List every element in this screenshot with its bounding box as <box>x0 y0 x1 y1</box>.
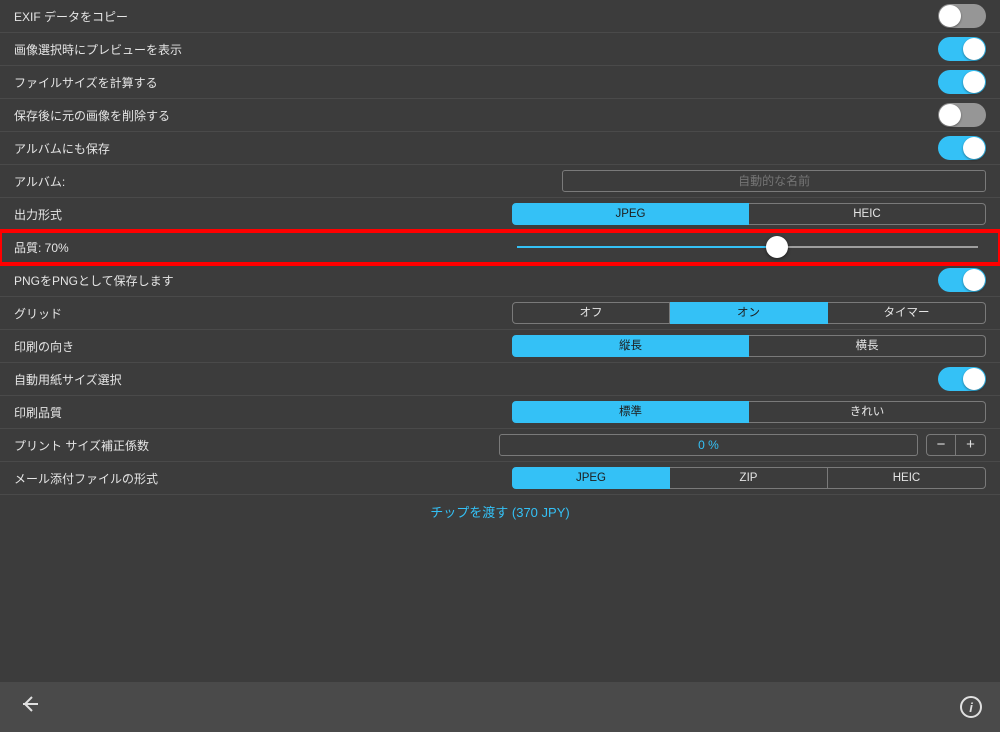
label-print-quality: 印刷品質 <box>14 404 62 421</box>
row-output-format: 出力形式 JPEG HEIC <box>0 198 1000 231</box>
value-print-size-corr: 0 % <box>499 434 918 456</box>
toggle-calc-filesize[interactable] <box>938 70 986 94</box>
info-button[interactable]: i <box>960 696 982 718</box>
toggle-delete-original[interactable] <box>938 103 986 127</box>
slider-thumb-icon[interactable] <box>766 236 788 258</box>
seg-grid-timer[interactable]: タイマー <box>828 302 986 324</box>
label-copy-exif: EXIF データをコピー <box>14 8 128 25</box>
row-calc-filesize: ファイルサイズを計算する <box>0 66 1000 99</box>
row-album-name: アルバム: <box>0 165 1000 198</box>
back-button[interactable] <box>18 692 42 722</box>
seg-orient-horizontal[interactable]: 横長 <box>749 335 986 357</box>
seg-format-jpeg[interactable]: JPEG <box>512 203 749 225</box>
empty-space <box>0 528 1000 688</box>
row-print-size-correction: プリント サイズ補正係数 0 % − + <box>0 429 1000 462</box>
row-preview-on-select: 画像選択時にプレビューを表示 <box>0 33 1000 66</box>
label-save-to-album: アルバムにも保存 <box>14 140 110 157</box>
toggle-auto-paper[interactable] <box>938 367 986 391</box>
seg-mail-jpeg[interactable]: JPEG <box>512 467 670 489</box>
label-grid: グリッド <box>14 305 62 322</box>
label-preview: 画像選択時にプレビューを表示 <box>14 41 182 58</box>
label-orientation: 印刷の向き <box>14 338 74 355</box>
input-album-name[interactable] <box>562 170 986 192</box>
label-auto-paper: 自動用紙サイズ選択 <box>14 371 122 388</box>
seg-format-heic[interactable]: HEIC <box>749 203 986 225</box>
info-icon: i <box>960 696 982 718</box>
label-album: アルバム: <box>14 173 65 190</box>
row-print-orientation: 印刷の向き 縦長 横長 <box>0 330 1000 363</box>
label-png-as-png: PNGをPNGとして保存します <box>14 272 174 289</box>
seg-orient-vertical[interactable]: 縦長 <box>512 335 749 357</box>
row-auto-paper: 自動用紙サイズ選択 <box>0 363 1000 396</box>
row-mail-format: メール添付ファイルの形式 JPEG ZIP HEIC <box>0 462 1000 495</box>
seg-pq-standard[interactable]: 標準 <box>512 401 749 423</box>
label-output-format: 出力形式 <box>14 206 62 223</box>
seg-pq-fine[interactable]: きれい <box>749 401 986 423</box>
stepper-minus-button[interactable]: − <box>926 434 956 456</box>
toggle-save-to-album[interactable] <box>938 136 986 160</box>
label-quality: 品質: 70% <box>14 239 69 256</box>
row-print-quality: 印刷品質 標準 きれい <box>0 396 1000 429</box>
arrow-left-icon <box>18 692 42 716</box>
toggle-preview[interactable] <box>938 37 986 61</box>
bottom-bar: i <box>0 682 1000 732</box>
row-save-to-album: アルバムにも保存 <box>0 132 1000 165</box>
toggle-png-as-png[interactable] <box>938 268 986 292</box>
tip-link-text: チップを渡す (370 JPY) <box>430 502 569 521</box>
slider-quality[interactable] <box>517 246 978 248</box>
row-copy-exif: EXIF データをコピー <box>0 0 1000 33</box>
label-print-size-corr: プリント サイズ補正係数 <box>14 437 149 454</box>
tip-link[interactable]: チップを渡す (370 JPY) <box>0 495 1000 528</box>
toggle-copy-exif[interactable] <box>938 4 986 28</box>
row-delete-original: 保存後に元の画像を削除する <box>0 99 1000 132</box>
seg-grid-on[interactable]: オン <box>670 302 828 324</box>
row-save-png-as-png: PNGをPNGとして保存します <box>0 264 1000 297</box>
stepper-plus-button[interactable]: + <box>956 434 986 456</box>
stepper-print-size: − + <box>926 434 986 456</box>
row-grid: グリッド オフ オン タイマー <box>0 297 1000 330</box>
label-calc-filesize: ファイルサイズを計算する <box>14 74 158 91</box>
label-delete-original: 保存後に元の画像を削除する <box>14 107 170 124</box>
seg-mail-zip[interactable]: ZIP <box>670 467 828 489</box>
row-quality: 品質: 70% <box>0 231 1000 264</box>
seg-mail-heic[interactable]: HEIC <box>828 467 986 489</box>
label-mail-format: メール添付ファイルの形式 <box>14 470 158 487</box>
seg-grid-off[interactable]: オフ <box>512 302 670 324</box>
